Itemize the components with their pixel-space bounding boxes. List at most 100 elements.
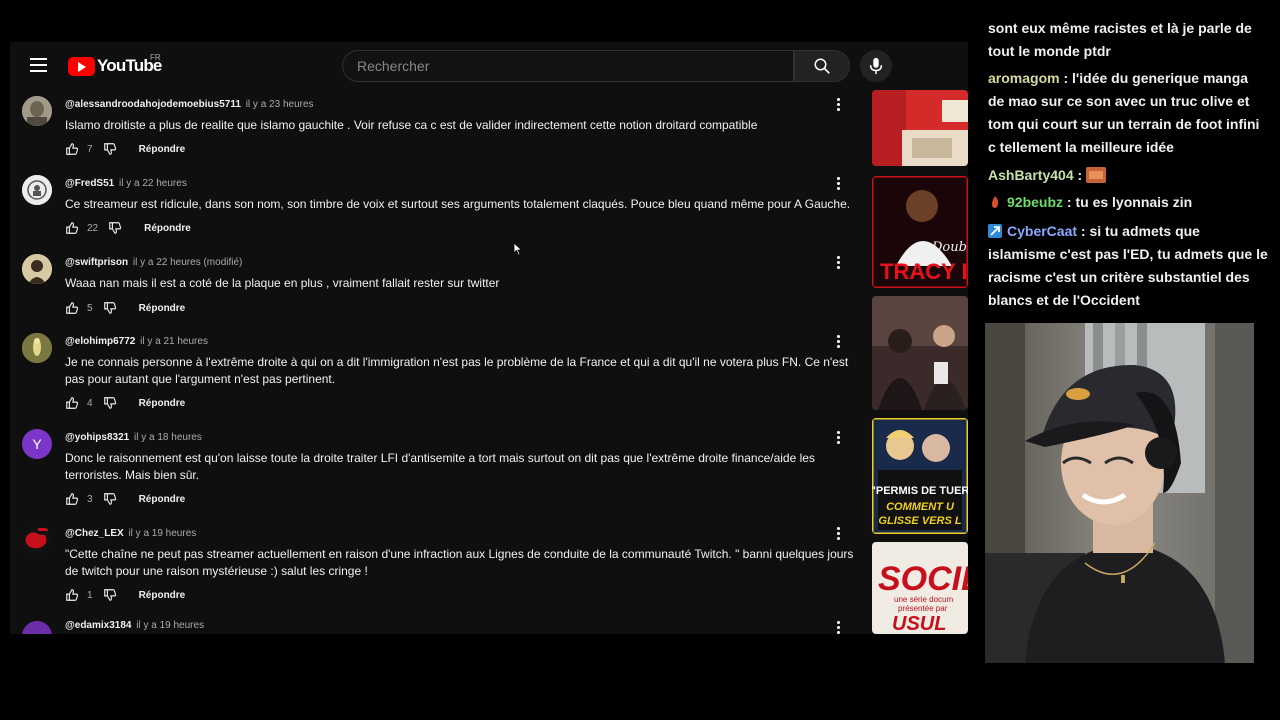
comment: @Chez_LEX il y a 19 heures "Cette chaîne…: [10, 519, 865, 613]
avatar-image: [22, 96, 52, 126]
comment-text: Waaa nan mais il est a coté de la plaque…: [65, 276, 500, 290]
chat-message: aromagom : l'idée du generique manga de …: [988, 70, 1260, 155]
chat-message: 92beubz : tu es lyonnais zin: [988, 191, 1268, 214]
comment: @edamix3184 il y a 19 heures: [10, 615, 865, 634]
comment-time[interactable]: il y a 19 heures: [128, 528, 196, 539]
thumbs-up-icon[interactable]: [65, 142, 79, 156]
menu-icon[interactable]: [30, 58, 47, 72]
suggested-videos: Doub TRACY I "PERMIS DE TUER COMMENT U G…: [870, 90, 968, 634]
thumbnail-image: [872, 90, 968, 166]
thumbs-up-icon[interactable]: [65, 301, 79, 315]
thumbnail-image: "PERMIS DE TUER COMMENT U GLISSE VERS L: [872, 418, 968, 534]
comment-author[interactable]: @yohips8321: [65, 432, 129, 443]
voice-search-button[interactable]: [860, 50, 892, 82]
comment-text: Donc le raisonnement est qu'on laisse to…: [65, 451, 815, 482]
youtube-panel: YouTube FR Rechercher @alessandroodahojo…: [10, 42, 968, 634]
thumbs-down-icon[interactable]: [103, 301, 117, 315]
comment-author[interactable]: @elohimp6772: [65, 336, 135, 347]
avatar[interactable]: Y: [22, 429, 52, 459]
video-thumbnail[interactable]: [872, 296, 968, 410]
comment-actions: 4 Répondre: [65, 395, 185, 411]
thumbs-down-icon[interactable]: [103, 492, 117, 506]
more-options-icon[interactable]: [837, 335, 841, 349]
reply-button[interactable]: Répondre: [139, 398, 186, 409]
microphone-icon: [869, 57, 883, 75]
comment-time[interactable]: il y a 19 heures: [136, 620, 204, 631]
comment-text: Ce streameur est ridicule, dans son nom,…: [65, 197, 851, 211]
thumbnail-caption: une série docum: [894, 595, 953, 604]
comment: @elohimp6772 il y a 21 heures Je ne conn…: [10, 327, 865, 421]
reply-button[interactable]: Répondre: [139, 144, 186, 155]
comment-header: @swiftprison il y a 22 heures (modifié): [65, 257, 242, 268]
avatar[interactable]: [22, 254, 52, 284]
thumbnail-caption: GLISSE VERS L: [878, 515, 961, 527]
more-options-icon[interactable]: [837, 621, 841, 634]
thumbs-down-icon[interactable]: [108, 221, 122, 235]
comment-author[interactable]: @alessandroodahojodemoebius5711: [65, 99, 241, 110]
chat-username[interactable]: 92beubz: [1007, 194, 1063, 210]
comment-author[interactable]: @edamix3184: [65, 620, 131, 631]
video-thumbnail[interactable]: [872, 90, 968, 166]
search-input[interactable]: Rechercher: [342, 50, 794, 82]
comment-actions: 5 Répondre: [65, 300, 185, 316]
mouse-cursor-icon: [513, 242, 523, 256]
avatar[interactable]: [22, 525, 52, 555]
reply-button[interactable]: Répondre: [139, 590, 186, 601]
video-thumbnail[interactable]: "PERMIS DE TUER COMMENT U GLISSE VERS L: [872, 418, 968, 534]
video-thumbnail[interactable]: SOCIE une série docum présentée par USUL: [872, 542, 968, 634]
thumbs-up-icon[interactable]: [65, 221, 79, 235]
comment-header: @FredS51 il y a 22 heures: [65, 178, 187, 189]
like-count: 1: [87, 589, 93, 601]
chat-username[interactable]: aromagom: [988, 70, 1060, 86]
more-options-icon[interactable]: [837, 98, 841, 112]
like-count: 3: [87, 493, 93, 505]
more-options-icon[interactable]: [837, 256, 841, 270]
avatar[interactable]: [22, 333, 52, 363]
more-options-icon[interactable]: [837, 177, 841, 191]
comment-header: @elohimp6772 il y a 21 heures: [65, 336, 208, 347]
comment-time[interactable]: il y a 22 heures: [119, 178, 187, 189]
avatar-image: [22, 525, 52, 555]
avatar-image: [22, 254, 52, 284]
webcam-feed: [985, 323, 1254, 663]
comment-actions: 1 Répondre: [65, 587, 185, 603]
reply-button[interactable]: Répondre: [144, 223, 191, 234]
more-options-icon[interactable]: [837, 527, 841, 541]
more-options-icon[interactable]: [837, 431, 841, 445]
avatar[interactable]: [22, 621, 52, 634]
comment-author[interactable]: @FredS51: [65, 178, 114, 189]
search-placeholder: Rechercher: [357, 58, 430, 74]
avatar-image: [22, 333, 52, 363]
thumbs-up-icon[interactable]: [65, 588, 79, 602]
comment-author[interactable]: @Chez_LEX: [65, 528, 124, 539]
comment: Y @yohips8321 il y a 18 heures Donc le r…: [10, 423, 865, 517]
comment-header: @alessandroodahojodemoebius5711 il y a 2…: [65, 99, 314, 110]
comment-author[interactable]: @swiftprison: [65, 257, 128, 268]
thumbs-down-icon[interactable]: [103, 142, 117, 156]
comment-time[interactable]: il y a 22 heures (modifié): [133, 257, 243, 268]
youtube-header: YouTube FR Rechercher: [10, 42, 968, 90]
comment-time[interactable]: il y a 23 heures: [246, 99, 314, 110]
thumbs-up-icon[interactable]: [65, 396, 79, 410]
search-button[interactable]: [794, 50, 850, 82]
thumbs-down-icon[interactable]: [103, 588, 117, 602]
reply-button[interactable]: Répondre: [139, 303, 186, 314]
avatar[interactable]: [22, 96, 52, 126]
prime-badge-icon: [988, 224, 1002, 238]
avatar[interactable]: [22, 175, 52, 205]
comment-text: "Cette chaîne ne peut pas streamer actue…: [65, 547, 854, 578]
video-thumbnail[interactable]: Doub TRACY I: [872, 176, 968, 288]
comment-time[interactable]: il y a 18 heures: [134, 432, 202, 443]
youtube-logo[interactable]: YouTube FR: [68, 53, 162, 77]
chat-username[interactable]: CyberCaat: [1007, 223, 1077, 239]
thumbs-down-icon[interactable]: [103, 396, 117, 410]
chat-username[interactable]: AshBarty404: [988, 167, 1074, 183]
comment-time[interactable]: il y a 21 heures: [140, 336, 208, 347]
fire-badge-icon: [992, 196, 999, 208]
thumbnail-caption: Doub: [931, 240, 967, 255]
comment-actions: 3 Répondre: [65, 491, 185, 507]
thumbnail-caption: COMMENT U: [886, 501, 955, 513]
youtube-play-icon: [68, 56, 95, 76]
thumbs-up-icon[interactable]: [65, 492, 79, 506]
reply-button[interactable]: Répondre: [139, 494, 186, 505]
